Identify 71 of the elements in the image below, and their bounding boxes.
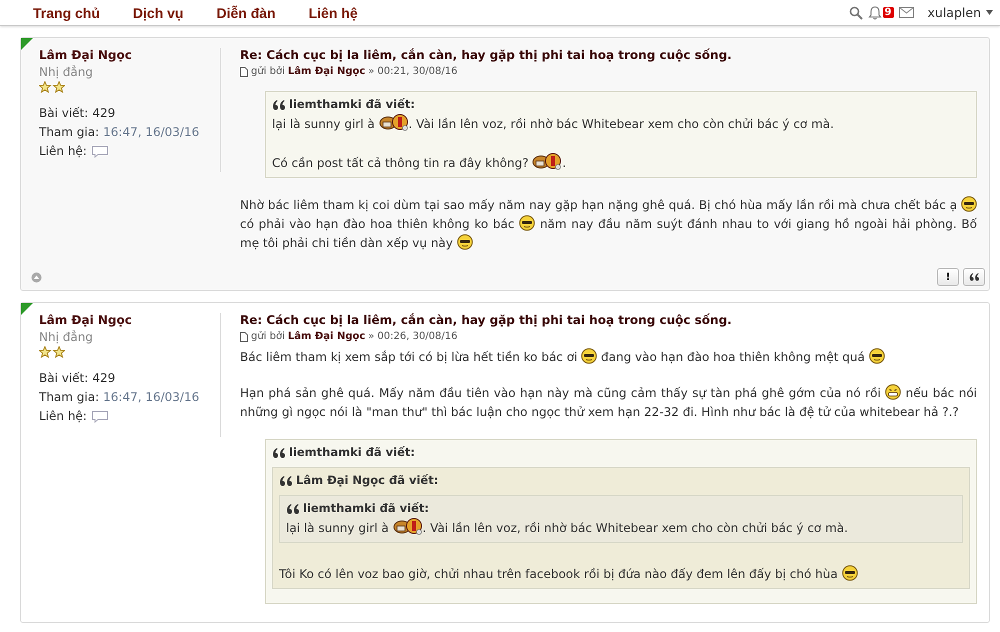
notification-count: 9: [882, 7, 894, 18]
quote-author: liemthamki đã viết:: [303, 500, 430, 517]
byline-separator: »: [368, 331, 374, 342]
byline-prefix: gửi bởi: [251, 66, 285, 77]
user-menu[interactable]: xulaplen: [928, 5, 981, 20]
document-icon: [240, 332, 248, 342]
nav-link[interactable]: Diễn đàn: [216, 4, 276, 20]
document-icon: [240, 66, 248, 76]
quote-icon: [272, 448, 285, 458]
report-button[interactable]: !: [937, 268, 959, 286]
corner-flag-icon: [21, 303, 33, 315]
post-text: lại là sunny girl à . Vài lần lên voz, rồi nhờ bác Whitebear xem cho còn chửi bác ý cơ mà.: [272, 113, 970, 134]
mail-icon[interactable]: [898, 7, 914, 18]
author-name[interactable]: Lâm Đại Ngọc: [39, 313, 220, 327]
quote-icon: [969, 273, 979, 281]
post-text: Có cần post tất cả thông tin ra đây không? .: [272, 152, 970, 173]
byline-separator: »: [368, 66, 374, 77]
search-icon[interactable]: [848, 6, 863, 20]
stat-value: 429: [92, 105, 116, 122]
contact-label: Liên hệ:: [39, 408, 87, 425]
post-text: Bác liêm tham kị xem sắp tới có bị lừa hết tiền ko bác ơi đang vào hạn đào hoa thiên không mệt quá: [240, 348, 977, 367]
post-title[interactable]: Re: Cách cục bị la liêm, cắn càn, hay gặp thị phi tai hoạ trong cuộc sống.: [240, 313, 977, 327]
user-rank: Nhị đẳng: [39, 330, 94, 344]
post-text: Nhờ bác liêm tham kị coi dùm tại sao mấy năm nay gặp hạn nặng ghê quá. Bị chó hùa mấy lần rồi mà chưa chết bác ạ có phải vào hạn đào hoa thiên không ko bác năm nay đầu năm suýt đánh nhau to với giang hồ ngoài hải phòng. Bố mẹ tôi phải chi tiền dàn xếp vụ này: [240, 196, 977, 252]
post-time: 00:26, 30/08/16: [377, 331, 458, 342]
cartoon-emoticon-icon: [378, 113, 409, 131]
post-text: Tôi Ko có lên voz bao giờ, chửi nhau trên facebook rồi bị đứa nào đấy đem lên đấy bị chó hùa: [279, 565, 963, 584]
sunglasses-smiley-icon: [961, 196, 977, 212]
user-rank: Nhị đẳng: [39, 65, 94, 79]
back-to-top-icon[interactable]: [31, 272, 42, 282]
author-name[interactable]: Lâm Đại Ngọc: [39, 48, 220, 62]
stat-value: 16:47, 16/03/16: [103, 124, 200, 141]
nav-link[interactable]: Trang chủ: [33, 4, 100, 20]
stat-label: Tham gia:: [39, 124, 100, 141]
quote-icon: [272, 100, 285, 110]
chat-bubble-icon[interactable]: [90, 410, 109, 423]
rank-stars-icon: [39, 81, 65, 93]
nav-link[interactable]: Dịch vụ: [132, 4, 184, 20]
cartoon-emoticon-icon: [532, 152, 562, 170]
sunglasses-smiley-icon: [519, 215, 536, 231]
byline-author[interactable]: Lâm Đại Ngọc: [288, 66, 366, 77]
stat-label: Tham gia:: [39, 389, 100, 406]
quote-author: liemthamki đã viết:: [289, 444, 416, 461]
stat-value: 429: [92, 370, 116, 387]
byline-prefix: gửi bởi: [251, 331, 285, 342]
grin-smiley-icon: [885, 384, 902, 400]
post-text: lại là sunny girl à . Vài lần lên voz, rồi nhờ bác Whitebear xem cho còn chửi bác ý cơ mà.: [286, 517, 956, 538]
byline-author[interactable]: Lâm Đại Ngọc: [288, 331, 366, 342]
nav-link[interactable]: Liên hệ: [308, 4, 358, 20]
quote-icon: [286, 504, 299, 514]
cartoon-emoticon-icon: [392, 517, 423, 535]
sunglasses-smiley-icon: [581, 348, 598, 364]
sunglasses-smiley-icon: [456, 234, 473, 250]
post-text: Hạn phá sản ghê quá. Mấy năm đầu tiên vào hạn này mà cũng cảm thấy sự tàn phá ghê gớm của nó rồi nếu bác nói những gì ngọc nói là "man thư" thì bác luận cho ngọc thử xem hạn 22-32 đi. Hình như bác là đệ tử của whitebear hả ?.?: [240, 384, 977, 421]
chat-bubble-icon[interactable]: [90, 145, 109, 158]
bell-icon[interactable]: [868, 6, 882, 20]
rank-stars-icon: [39, 346, 65, 358]
quote-author: liemthamki đã viết:: [289, 96, 416, 113]
post-time: 00:21, 30/08/16: [377, 66, 458, 77]
stat-label: Bài viết:: [39, 105, 88, 122]
stat-value: 16:47, 16/03/16: [103, 389, 200, 406]
caret-icon[interactable]: [986, 10, 993, 15]
quote-icon: [279, 476, 292, 486]
stat-label: Bài viết:: [39, 370, 88, 387]
sunglasses-smiley-icon: [842, 565, 858, 581]
quote-button[interactable]: [963, 268, 985, 286]
corner-flag-icon: [21, 38, 33, 50]
contact-label: Liên hệ:: [39, 143, 87, 160]
quote-author: Lâm Đại Ngọc đã viết:: [296, 472, 438, 489]
post-title[interactable]: Re: Cách cục bị la liêm, cắn càn, hay gặp thị phi tai hoạ trong cuộc sống.: [240, 48, 977, 62]
sunglasses-smiley-icon: [868, 348, 885, 364]
